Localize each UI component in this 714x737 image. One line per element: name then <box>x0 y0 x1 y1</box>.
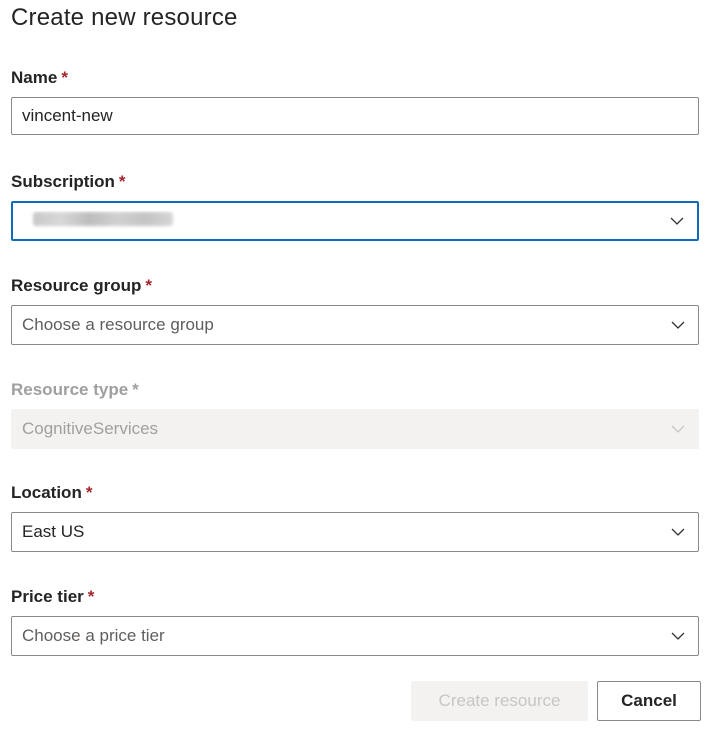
price-tier-label-text: Price tier <box>11 587 84 606</box>
chevron-down-icon <box>658 410 698 448</box>
location-label-text: Location <box>11 483 82 502</box>
location-value: East US <box>22 522 85 541</box>
blurred-subscription-name <box>33 212 173 226</box>
name-input[interactable]: vincent-new <box>11 97 699 135</box>
required-asterisk: * <box>87 587 95 606</box>
location-dropdown[interactable]: East US <box>11 512 699 552</box>
price-tier-label: Price tier * <box>11 587 94 607</box>
subscription-label: Subscription * <box>11 172 126 192</box>
resource-group-label-text: Resource group <box>11 276 142 295</box>
resource-type-value: CognitiveServices <box>22 419 159 438</box>
required-asterisk: * <box>118 172 126 191</box>
price-tier-dropdown[interactable]: Choose a price tier <box>11 616 699 656</box>
subscription-dropdown[interactable] <box>11 201 699 241</box>
required-asterisk: * <box>85 483 93 502</box>
resource-group-dropdown[interactable]: Choose a resource group <box>11 305 699 345</box>
required-asterisk: * <box>132 380 139 399</box>
dialog-title: Create new resource <box>11 4 238 31</box>
create-resource-button[interactable]: Create resource <box>411 681 588 721</box>
resource-group-placeholder: Choose a resource group <box>22 315 214 334</box>
price-tier-placeholder: Choose a price tier <box>22 626 165 645</box>
chevron-down-icon[interactable] <box>658 306 698 344</box>
resource-type-label: Resource type * <box>11 380 139 400</box>
name-label-text: Name <box>11 68 58 87</box>
chevron-down-icon[interactable] <box>657 203 697 239</box>
subscription-label-text: Subscription <box>11 172 115 191</box>
name-label: Name * <box>11 68 68 88</box>
required-asterisk: * <box>145 276 152 295</box>
resource-type-label-text: Resource type <box>11 380 129 399</box>
chevron-down-icon[interactable] <box>658 513 698 551</box>
cancel-button[interactable]: Cancel <box>597 681 701 721</box>
resource-group-label: Resource group * <box>11 276 152 296</box>
name-input-value[interactable]: vincent-new <box>12 106 698 126</box>
subscription-value-blurred <box>13 211 657 231</box>
resource-type-dropdown: CognitiveServices <box>11 409 699 449</box>
chevron-down-icon[interactable] <box>658 617 698 655</box>
required-asterisk: * <box>61 68 68 87</box>
location-label: Location * <box>11 483 92 503</box>
